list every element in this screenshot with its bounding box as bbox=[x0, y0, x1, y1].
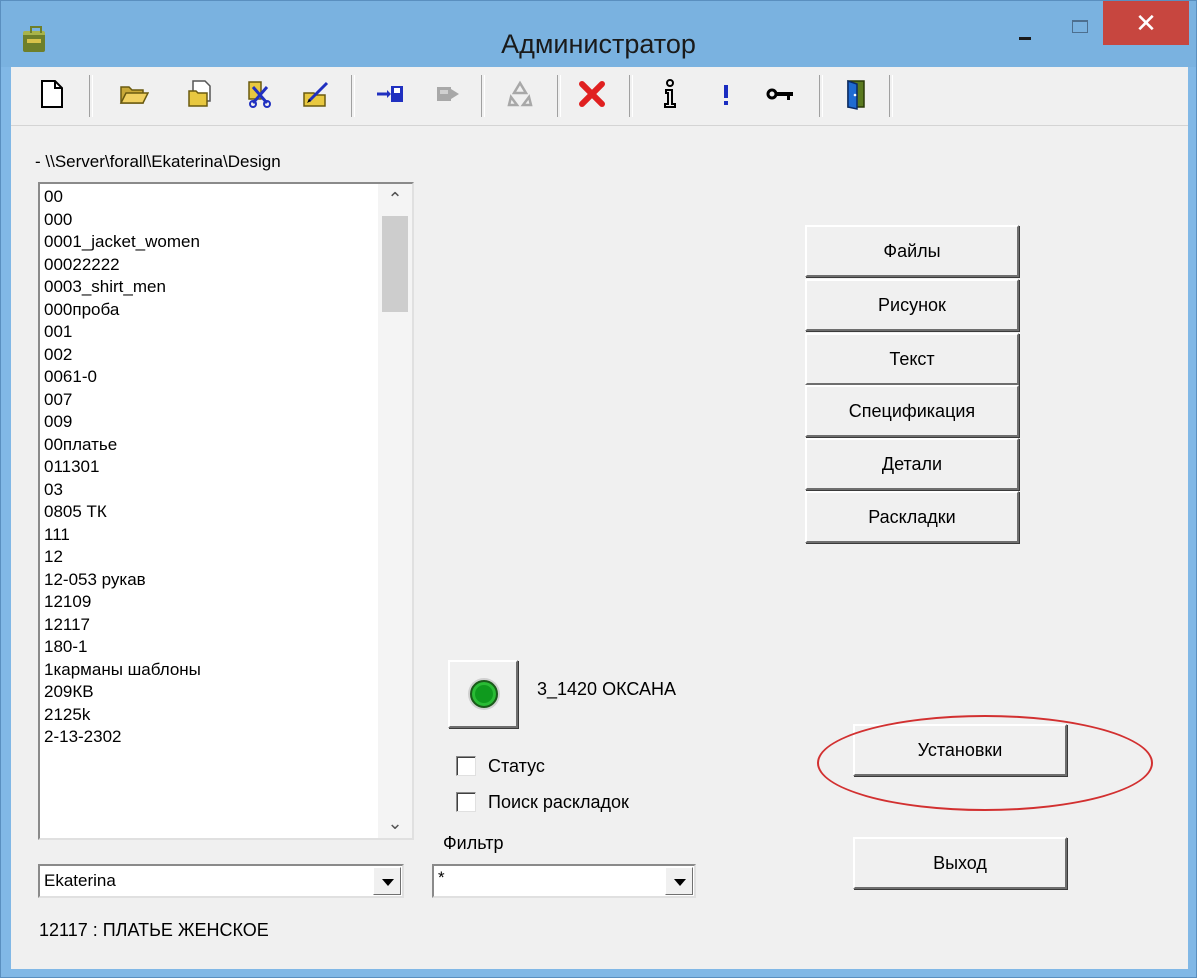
exit-door-icon[interactable] bbox=[837, 75, 875, 113]
cut-icon[interactable] bbox=[239, 75, 277, 113]
move-right-icon[interactable] bbox=[429, 75, 467, 113]
list-item[interactable]: 0003_shirt_men bbox=[44, 276, 412, 299]
list-item[interactable]: 007 bbox=[44, 389, 412, 412]
exclamation-icon[interactable] bbox=[707, 75, 745, 113]
save-right-icon[interactable] bbox=[371, 75, 409, 113]
toolbar-separator bbox=[819, 75, 823, 117]
list-item[interactable]: 12117 bbox=[44, 614, 412, 637]
open-folder-icon[interactable] bbox=[115, 75, 153, 113]
filter-select-value: * bbox=[438, 868, 445, 887]
exit-button[interactable]: Выход bbox=[853, 837, 1067, 889]
new-file-icon[interactable] bbox=[33, 75, 71, 113]
list-item[interactable]: 0001_jacket_women bbox=[44, 231, 412, 254]
delete-icon[interactable] bbox=[573, 75, 611, 113]
scroll-thumb[interactable] bbox=[382, 216, 408, 312]
path-label: - \\Server\forall\Ekaterina\Design bbox=[35, 152, 281, 171]
dropdown-arrow-icon[interactable] bbox=[373, 867, 401, 895]
list-item[interactable]: 03 bbox=[44, 479, 412, 502]
status-checkbox-label: Статус bbox=[488, 755, 545, 776]
list-item[interactable]: 2125k bbox=[44, 704, 412, 727]
user-select[interactable]: Ekaterina bbox=[38, 864, 404, 898]
list-item[interactable]: 2-13-2302 bbox=[44, 726, 412, 749]
list-item[interactable]: 209КВ bbox=[44, 681, 412, 704]
scroll-up-icon[interactable]: ⌃ bbox=[378, 184, 412, 214]
list-item[interactable]: 011301 bbox=[44, 456, 412, 479]
status-led-button[interactable] bbox=[448, 660, 518, 728]
toolbar-separator bbox=[889, 75, 893, 117]
list-scrollbar[interactable]: ⌃ ⌄ bbox=[378, 184, 412, 838]
list-item[interactable]: 00 bbox=[44, 186, 412, 209]
list-item[interactable]: 12 bbox=[44, 546, 412, 569]
layouts-button[interactable]: Раскладки bbox=[805, 491, 1019, 543]
title-bar[interactable]: Администратор ✕ bbox=[1, 1, 1196, 67]
files-button[interactable]: Файлы bbox=[805, 225, 1019, 277]
user-select-value: Ekaterina bbox=[44, 871, 116, 890]
list-item[interactable]: 000проба bbox=[44, 299, 412, 322]
design-list[interactable]: 00 000 0001_jacket_women 00022222 0003_shirt… bbox=[38, 182, 414, 840]
status-checkbox[interactable] bbox=[456, 756, 476, 776]
copy-folder-icon[interactable] bbox=[181, 75, 219, 113]
highlight-ellipse bbox=[817, 715, 1153, 811]
specification-button[interactable]: Спецификация bbox=[805, 385, 1019, 437]
toolbar-separator bbox=[481, 75, 485, 117]
recycle-icon[interactable] bbox=[501, 75, 539, 113]
drawing-button[interactable]: Рисунок bbox=[805, 279, 1019, 331]
layout-search-checkbox[interactable] bbox=[456, 792, 476, 812]
details-button[interactable]: Детали bbox=[805, 438, 1019, 490]
info-icon[interactable] bbox=[651, 75, 689, 113]
current-user-label: 3_1420 ОКСАНА bbox=[537, 679, 676, 699]
list-item[interactable]: 1карманы шаблоны bbox=[44, 659, 412, 682]
list-item[interactable]: 00022222 bbox=[44, 254, 412, 277]
status-text: 12117 : ПЛАТЬЕ ЖЕНСКОЕ bbox=[39, 920, 269, 940]
list-item[interactable]: 12109 bbox=[44, 591, 412, 614]
status-led-icon bbox=[470, 680, 498, 708]
list-item[interactable]: 180-1 bbox=[44, 636, 412, 659]
toolbar-separator bbox=[557, 75, 561, 117]
list-item[interactable]: 00платье bbox=[44, 434, 412, 457]
dropdown-arrow-icon[interactable] bbox=[665, 867, 693, 895]
status-checkbox-row[interactable]: Статус bbox=[456, 754, 545, 778]
layout-search-checkbox-label: Поиск раскладок bbox=[488, 791, 629, 812]
client-area: - \\Server\forall\Ekaterina\Design 00 000… bbox=[11, 67, 1188, 969]
list-item[interactable]: 002 bbox=[44, 344, 412, 367]
maximize-button[interactable] bbox=[1056, 1, 1102, 45]
close-button[interactable]: ✕ bbox=[1103, 1, 1189, 45]
toolbar-separator bbox=[629, 75, 633, 117]
list-item[interactable]: 0805 ТК bbox=[44, 501, 412, 524]
list-item[interactable]: 12-053 рукав bbox=[44, 569, 412, 592]
edit-icon[interactable] bbox=[297, 75, 335, 113]
list-item[interactable]: 000 bbox=[44, 209, 412, 232]
filter-label: Фильтр bbox=[443, 833, 504, 853]
list-item[interactable]: 009 bbox=[44, 411, 412, 434]
toolbar-separator bbox=[89, 75, 93, 117]
key-icon[interactable] bbox=[761, 75, 799, 113]
list-item[interactable]: 001 bbox=[44, 321, 412, 344]
list-item[interactable]: 111 bbox=[44, 524, 412, 547]
layout-search-checkbox-row[interactable]: Поиск раскладок bbox=[456, 790, 629, 814]
toolbar bbox=[11, 67, 1188, 126]
toolbar-separator bbox=[351, 75, 355, 117]
filter-select[interactable]: * bbox=[432, 864, 696, 898]
text-button[interactable]: Текст bbox=[805, 333, 1019, 385]
minimize-button[interactable] bbox=[1002, 1, 1048, 45]
app-window: Администратор ✕ - \\Server\forall\Ekater… bbox=[0, 0, 1197, 978]
scroll-down-icon[interactable]: ⌄ bbox=[378, 808, 412, 838]
list-item[interactable]: 0061-0 bbox=[44, 366, 412, 389]
